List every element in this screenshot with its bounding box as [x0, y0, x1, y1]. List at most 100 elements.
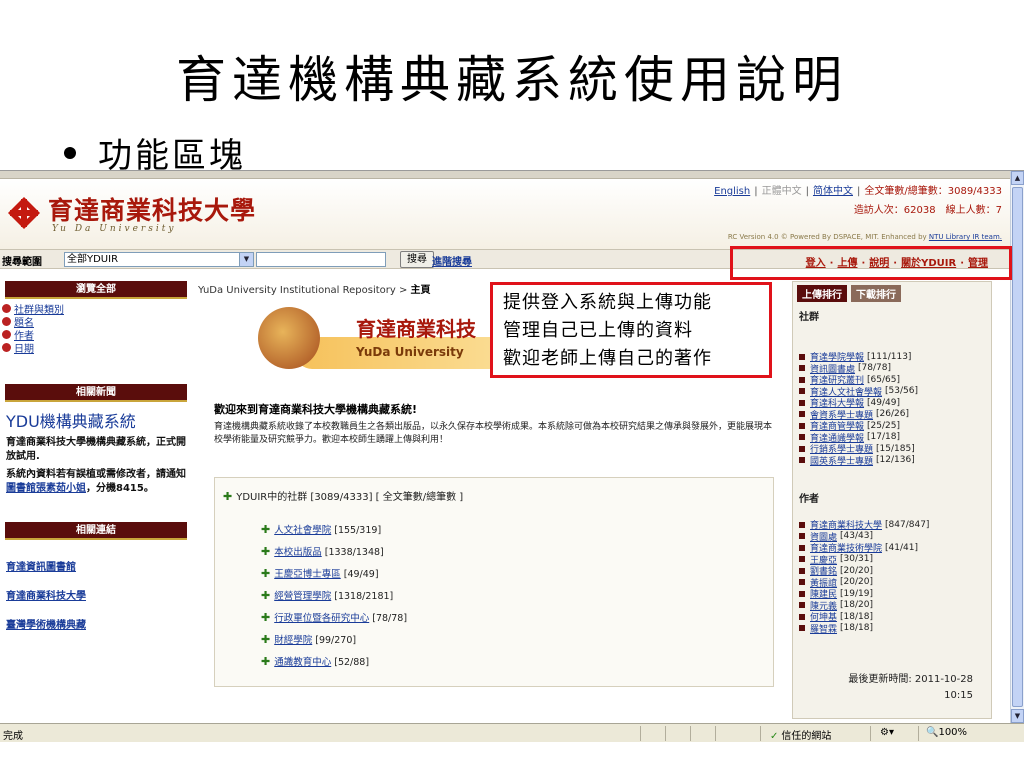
breadcrumb-root[interactable]: YuDa University Institutional Repository… [198, 285, 407, 296]
last-updated-time: 10:15 [944, 690, 973, 701]
bullet-icon [799, 590, 805, 597]
fulltext-counts: 全文筆數/總筆數：3089/4333 [864, 186, 1002, 197]
bullet-icon [2, 330, 11, 339]
browse-item-date[interactable]: 日期 [2, 341, 187, 355]
bullet-dot [64, 146, 76, 159]
search-input[interactable] [256, 252, 386, 267]
bullet-icon [2, 317, 11, 326]
community-item[interactable]: ✚ 經營管理學院 [1318/2181] [261, 588, 407, 610]
bullet-icon [799, 533, 805, 540]
bullet-icon [799, 365, 805, 372]
repository-logo-english: YuDa University [356, 345, 464, 359]
librarian-contact-link[interactable]: 圖書館張素茹小姐 [6, 483, 86, 494]
bullet-icon [2, 343, 11, 352]
lang-english-link[interactable]: English [714, 186, 750, 197]
community-rank-heading: 社群 [799, 312, 819, 323]
university-english-name: Yu Da University [52, 224, 177, 234]
callout-highlight-frame [730, 246, 1012, 280]
plus-icon[interactable]: ✚ [261, 611, 270, 624]
link-yuda-library[interactable]: 育達資訊圖書館 [6, 558, 186, 573]
bullet-icon [799, 353, 805, 360]
advanced-search-link[interactable]: 進階搜尋 [432, 253, 472, 268]
last-updated-date: 最後更新時間: 2011-10-28 [848, 674, 973, 685]
browser-status-bar: 完成 ✓ 信任的網站 ⚙▾ 🔍100% [0, 723, 1024, 742]
browse-list: 社群與類別 題名 作者 日期 [2, 302, 187, 355]
lang-traditional-link[interactable]: 正體中文 [762, 186, 802, 197]
search-button[interactable]: 搜尋 [400, 251, 434, 268]
community-item[interactable]: ✚ 通識教育中心 [52/88] [261, 654, 407, 676]
lang-simplified-link[interactable]: 简体中文 [813, 186, 853, 197]
bullet-icon [799, 422, 805, 429]
callout-box: 提供登入系統與上傳功能 管理自己已上傳的資料 歡迎老師上傳自己的著作 [490, 282, 772, 378]
community-item[interactable]: ✚ 人文社會學院 [155/319] [261, 522, 407, 544]
checkmark-icon: ✓ [770, 731, 779, 742]
news-header: 相關新聞 [5, 384, 187, 402]
bullet-icon [2, 304, 11, 313]
news-paragraph-1: 育達商業科技大學機構典藏系統，正式開放試用. [6, 437, 186, 462]
intro-text: 育達機構典藏系統收錄了本校教職員生之各類出版品，以永久保存本校學術成果。本系統除… [214, 422, 773, 445]
search-scope-select[interactable]: 全部YDUIR ▼ [64, 252, 254, 267]
community-item[interactable]: ✚ 財經學院 [99/270] [261, 632, 407, 654]
university-name: 育達商業科技大學 [48, 196, 257, 225]
plus-icon[interactable]: ✚ [261, 545, 270, 558]
left-sidebar: 瀏覽全部 社群與類別 題名 作者 日期 相關新聞 YDU機構典藏系統 育達商業科… [0, 281, 192, 631]
link-taiwan-repository[interactable]: 臺灣學術機構典藏 [6, 616, 186, 631]
links-header: 相關連結 [5, 522, 187, 540]
community-header: ✚ YDUIR中的社群 [3089/4333] [ 全文筆數/總筆數 ] [223, 490, 464, 503]
university-logo-icon [8, 197, 40, 229]
callout-line-3: 歡迎老師上傳自己的著作 [503, 348, 712, 369]
community-box: ✚ YDUIR中的社群 [3089/4333] [ 全文筆數/總筆數 ] ✚ 人文社… [214, 477, 774, 687]
chevron-down-icon[interactable]: ▼ [239, 253, 253, 266]
browser-top-strip [0, 171, 1010, 179]
author-rank-list: 育達商業科技大學 [847/847] 資圖處 [43/43] 育達商業技術學院 [41… [799, 519, 987, 635]
author-rank-heading: 作者 [799, 494, 819, 505]
bullet-icon [799, 388, 805, 395]
tab-upload-rank[interactable]: 上傳排行 [797, 285, 847, 302]
bullet-icon [799, 556, 805, 563]
bullet-icon [799, 376, 805, 383]
browse-header: 瀏覽全部 [5, 281, 187, 299]
site-banner: 育達商業科技大學 Yu Da University English | 正體中文 | 简… [0, 179, 1010, 249]
list-item[interactable]: 羅智霖 [18/18] [799, 623, 987, 635]
breadcrumb-current: 主頁 [410, 285, 431, 296]
security-zone[interactable]: ✓ 信任的網站 [770, 727, 831, 742]
protected-mode-icon[interactable]: ⚙▾ [880, 727, 894, 738]
powered-by: RC Version 4.0 © Powered By DSPACE, MIT.… [728, 233, 1002, 241]
scroll-thumb[interactable] [1012, 187, 1023, 707]
ntu-library-link[interactable]: NTU Library IR team. [929, 233, 1002, 241]
visitor-counts: 造訪人次：62038 線上人數：7 [853, 205, 1002, 216]
community-rank-list: 育達學院學報 [111/113] 資訊圖書處 [78/78] 育達研究叢刊 [65/6… [799, 351, 987, 467]
plus-icon[interactable]: ✚ [261, 655, 270, 668]
scroll-up-icon[interactable]: ▲ [1011, 171, 1024, 185]
link-yuda-university[interactable]: 育達商業科技大學 [6, 587, 186, 602]
status-text: 完成 [3, 731, 23, 742]
bullet-icon [799, 445, 805, 452]
bullet-icon [799, 579, 805, 586]
slide-title: 育達機構典藏系統使用說明 [176, 51, 848, 109]
bullet-icon [799, 457, 805, 464]
plus-icon[interactable]: ✚ [261, 589, 270, 602]
plus-icon[interactable]: ✚ [261, 633, 270, 646]
callout-line-1: 提供登入系統與上傳功能 [503, 292, 712, 313]
zoom-level[interactable]: 🔍100% [926, 727, 967, 738]
plus-icon[interactable]: ✚ [261, 523, 270, 536]
bullet-icon [799, 567, 805, 574]
list-item[interactable]: 國英系學士專題 [12/136] [799, 455, 987, 467]
welcome-heading: 歡迎來到育達商業科技大學機構典藏系統! [214, 403, 418, 416]
community-item[interactable]: ✚ 王慶亞博士專區 [49/49] [261, 566, 407, 588]
bullet-icon [799, 625, 805, 632]
bullet-icon [799, 434, 805, 441]
bullet-icon [799, 521, 805, 528]
plus-icon[interactable]: ✚ [261, 567, 270, 580]
search-scope-value: 全部YDUIR [67, 254, 119, 265]
bullet-icon [799, 544, 805, 551]
callout-line-2: 管理自己已上傳的資料 [503, 320, 693, 341]
tab-download-rank[interactable]: 下載排行 [851, 285, 901, 302]
vertical-scrollbar[interactable]: ▲ ▼ [1010, 171, 1024, 723]
community-item[interactable]: ✚ 本校出版品 [1338/1348] [261, 544, 407, 566]
scroll-down-icon[interactable]: ▼ [1011, 709, 1024, 723]
search-scope-label: 搜尋範圍 [2, 257, 42, 268]
plus-icon: ✚ [223, 490, 233, 503]
bullet-icon [799, 399, 805, 406]
community-item[interactable]: ✚ 行政單位暨各研究中心 [78/78] [261, 610, 407, 632]
